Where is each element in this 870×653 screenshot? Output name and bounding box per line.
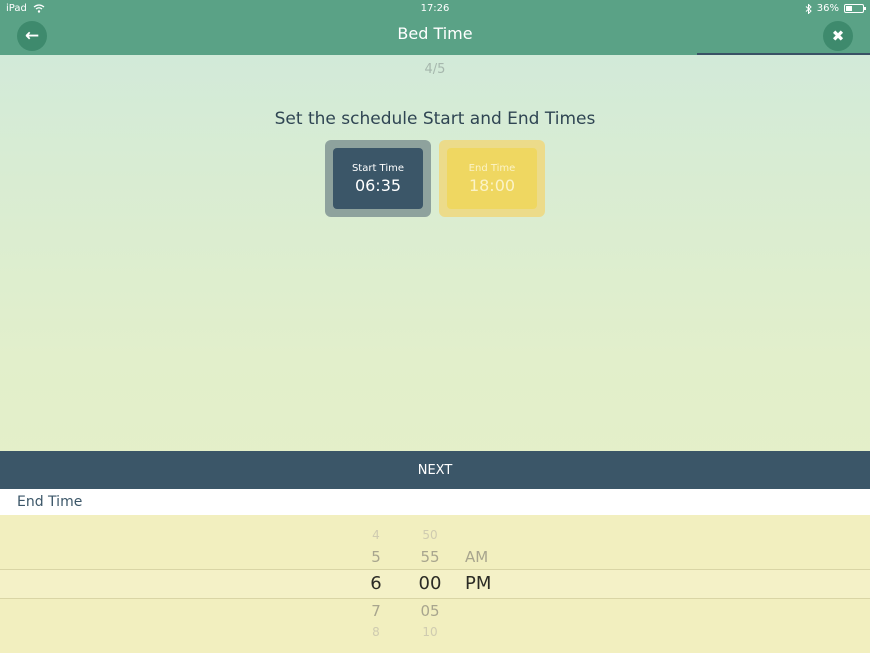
bluetooth-icon xyxy=(805,3,812,14)
end-time-inner: End Time 18:00 xyxy=(447,148,537,209)
am-option[interactable]: AM xyxy=(465,548,505,566)
page-title: Bed Time xyxy=(397,24,473,43)
pm-option-selected[interactable]: PM xyxy=(465,573,505,594)
hour-option[interactable]: 4 xyxy=(356,528,396,542)
next-button[interactable]: NEXT xyxy=(0,451,870,489)
battery-percent: 36% xyxy=(816,3,839,14)
minute-option[interactable]: 55 xyxy=(410,548,450,566)
start-time-card[interactable]: Start Time 06:35 xyxy=(325,140,431,217)
picker-header: End Time xyxy=(0,489,870,515)
hour-option[interactable]: 5 xyxy=(356,548,396,566)
start-time-label: Start Time xyxy=(351,162,405,174)
step-counter: 4/5 xyxy=(424,62,446,77)
clock: 17:26 xyxy=(420,3,450,14)
minute-option[interactable]: 10 xyxy=(410,625,450,639)
schedule-heading: Set the schedule Start and End Times xyxy=(274,109,596,129)
close-button[interactable]: ✖ xyxy=(823,21,853,51)
minute-option[interactable]: 50 xyxy=(410,528,450,542)
hour-option-selected[interactable]: 6 xyxy=(356,573,396,594)
end-time-card[interactable]: End Time 18:00 xyxy=(439,140,545,217)
end-time-value: 18:00 xyxy=(468,175,516,195)
start-time-inner: Start Time 06:35 xyxy=(333,148,423,209)
picker-label: End Time xyxy=(17,494,83,510)
battery-icon xyxy=(844,4,866,13)
hour-option[interactable]: 7 xyxy=(356,602,396,620)
end-time-label: End Time xyxy=(468,162,516,174)
hour-option[interactable]: 8 xyxy=(356,625,396,639)
status-bar: iPad 17:26 36% xyxy=(0,0,870,18)
close-icon: ✖ xyxy=(831,27,845,45)
progress-indicator xyxy=(697,53,870,55)
minute-option[interactable]: 05 xyxy=(410,602,450,620)
minute-option-selected[interactable]: 00 xyxy=(410,573,450,594)
top-bar: iPad 17:26 36% ← Bed Time ✖ xyxy=(0,0,870,55)
time-picker[interactable]: 4 5 6 7 8 50 55 00 05 10 AM PM xyxy=(0,515,870,653)
start-time-value: 06:35 xyxy=(354,175,402,195)
